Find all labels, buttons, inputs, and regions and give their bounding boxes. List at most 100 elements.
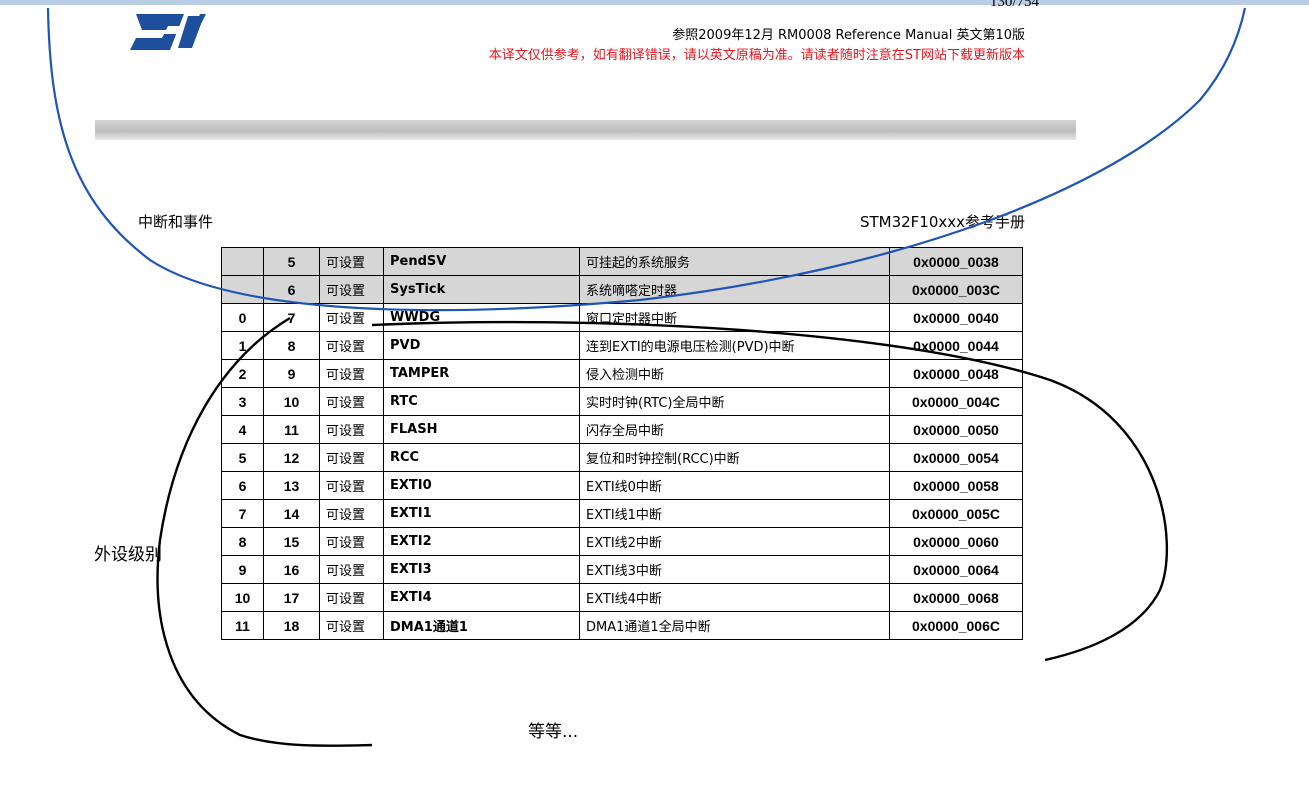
cell-description: 复位和时钟控制(RCC)中断 — [579, 443, 890, 472]
table-row: 3 10 可设置 RTC 实时时钟(RTC)全局中断 0x0000_004C — [221, 387, 1023, 416]
cell-position: 5 — [221, 443, 264, 472]
cell-priority: 10 — [263, 387, 320, 416]
cell-priority-type: 可设置 — [319, 471, 384, 500]
cell-priority: 11 — [263, 415, 320, 444]
cell-position: 3 — [221, 387, 264, 416]
cell-address: 0x0000_0050 — [889, 415, 1023, 444]
cell-priority: 15 — [263, 527, 320, 556]
cell-position: 10 — [221, 583, 264, 612]
cell-priority-type: 可设置 — [319, 415, 384, 444]
cell-priority-type: 可设置 — [319, 331, 384, 360]
st-logo-icon — [130, 14, 206, 50]
cell-position: 8 — [221, 527, 264, 556]
cell-name: EXTI1 — [383, 499, 580, 528]
cell-priority: 16 — [263, 555, 320, 584]
table-row: 0 7 可设置 WWDG 窗口定时器中断 0x0000_0040 — [221, 303, 1023, 332]
cell-priority-type: 可设置 — [319, 527, 384, 556]
cell-priority: 18 — [263, 611, 320, 640]
cell-address: 0x0000_004C — [889, 387, 1023, 416]
cell-position: 6 — [221, 471, 264, 500]
cell-address: 0x0000_0054 — [889, 443, 1023, 472]
cell-position — [221, 247, 264, 276]
cell-priority: 8 — [263, 331, 320, 360]
table-row: 6 可设置 SysTick 系统嘀嗒定时器 0x0000_003C — [221, 275, 1023, 304]
cell-priority: 7 — [263, 303, 320, 332]
cell-description: 连到EXTI的电源电压检测(PVD)中断 — [579, 331, 890, 360]
cell-description: EXTI线3中断 — [579, 555, 890, 584]
cell-priority-type: 可设置 — [319, 499, 384, 528]
cell-description: 系统嘀嗒定时器 — [579, 275, 890, 304]
table-row: 1 8 可设置 PVD 连到EXTI的电源电压检测(PVD)中断 0x0000_0044 — [221, 331, 1023, 360]
cell-description: EXTI线1中断 — [579, 499, 890, 528]
cell-description: 窗口定时器中断 — [579, 303, 890, 332]
cell-position: 7 — [221, 499, 264, 528]
table-row: 5 可设置 PendSV 可挂起的系统服务 0x0000_0038 — [221, 247, 1023, 276]
cell-address: 0x0000_0064 — [889, 555, 1023, 584]
cell-priority: 13 — [263, 471, 320, 500]
cell-address: 0x0000_0044 — [889, 331, 1023, 360]
cell-address: 0x0000_0058 — [889, 471, 1023, 500]
cell-priority-type: 可设置 — [319, 275, 384, 304]
table-row: 4 11 可设置 FLASH 闪存全局中断 0x0000_0050 — [221, 415, 1023, 444]
cell-description: 闪存全局中断 — [579, 415, 890, 444]
cell-name: EXTI3 — [383, 555, 580, 584]
table-row: 10 17 可设置 EXTI4 EXTI线4中断 0x0000_0068 — [221, 583, 1023, 612]
cell-position: 9 — [221, 555, 264, 584]
cell-priority-type: 可设置 — [319, 443, 384, 472]
table-row: 7 14 可设置 EXTI1 EXTI线1中断 0x0000_005C — [221, 499, 1023, 528]
header-reference: 参照2009年12月 RM0008 Reference Manual 英文第10… — [672, 28, 1025, 43]
cell-name: PendSV — [383, 247, 580, 276]
cell-description: 侵入检测中断 — [579, 359, 890, 388]
cell-name: FLASH — [383, 415, 580, 444]
cell-position: 4 — [221, 415, 264, 444]
cell-description: EXTI线0中断 — [579, 471, 890, 500]
table-row: 2 9 可设置 TAMPER 侵入检测中断 0x0000_0048 — [221, 359, 1023, 388]
cell-position — [221, 275, 264, 304]
interrupt-vector-table: 5 可设置 PendSV 可挂起的系统服务 0x0000_0038 6 可设置 SysTick… — [221, 247, 1023, 640]
cell-address: 0x0000_0048 — [889, 359, 1023, 388]
table-row: 8 15 可设置 EXTI2 EXTI线2中断 0x0000_0060 — [221, 527, 1023, 556]
cell-address: 0x0000_003C — [889, 275, 1023, 304]
cell-name: RTC — [383, 387, 580, 416]
cell-priority: 6 — [263, 275, 320, 304]
table-row: 6 13 可设置 EXTI0 EXTI线0中断 0x0000_0058 — [221, 471, 1023, 500]
top-bar — [0, 0, 1309, 5]
cell-description: EXTI线4中断 — [579, 583, 890, 612]
cell-name: EXTI4 — [383, 583, 580, 612]
cell-name: TAMPER — [383, 359, 580, 388]
cell-description: EXTI线2中断 — [579, 527, 890, 556]
page-number: 130/754 — [989, 0, 1039, 10]
cell-name: EXTI0 — [383, 471, 580, 500]
cell-address: 0x0000_0060 — [889, 527, 1023, 556]
translation-note: 本译文仅供参考，如有翻译错误，请以英文原稿为准。请读者随时注意在ST网站下载更新… — [488, 48, 1025, 63]
annotation-peripheral-level: 外设级别 — [94, 545, 162, 565]
cell-priority: 12 — [263, 443, 320, 472]
cell-priority: 14 — [263, 499, 320, 528]
cell-priority: 9 — [263, 359, 320, 388]
cell-address: 0x0000_0040 — [889, 303, 1023, 332]
cell-position: 11 — [221, 611, 264, 640]
cell-description: 实时时钟(RTC)全局中断 — [579, 387, 890, 416]
table-row: 9 16 可设置 EXTI3 EXTI线3中断 0x0000_0064 — [221, 555, 1023, 584]
cell-name: RCC — [383, 443, 580, 472]
cell-priority: 5 — [263, 247, 320, 276]
cell-priority-type: 可设置 — [319, 555, 384, 584]
cell-address: 0x0000_005C — [889, 499, 1023, 528]
manual-title: STM32F10xxx参考手册 — [859, 213, 1025, 231]
cell-name: SysTick — [383, 275, 580, 304]
cell-name: EXTI2 — [383, 527, 580, 556]
cell-address: 0x0000_0068 — [889, 583, 1023, 612]
cell-position: 2 — [221, 359, 264, 388]
cell-name: WWDG — [383, 303, 580, 332]
cell-priority: 17 — [263, 583, 320, 612]
cell-priority-type: 可设置 — [319, 359, 384, 388]
section-title: 中断和事件 — [138, 213, 214, 231]
cell-priority-type: 可设置 — [319, 303, 384, 332]
cell-priority-type: 可设置 — [319, 387, 384, 416]
cell-address: 0x0000_006C — [889, 611, 1023, 640]
cell-priority-type: 可设置 — [319, 611, 384, 640]
cell-position: 1 — [221, 331, 264, 360]
cell-priority-type: 可设置 — [319, 583, 384, 612]
cell-priority-type: 可设置 — [319, 247, 384, 276]
cell-name: DMA1通道1 — [383, 611, 580, 640]
